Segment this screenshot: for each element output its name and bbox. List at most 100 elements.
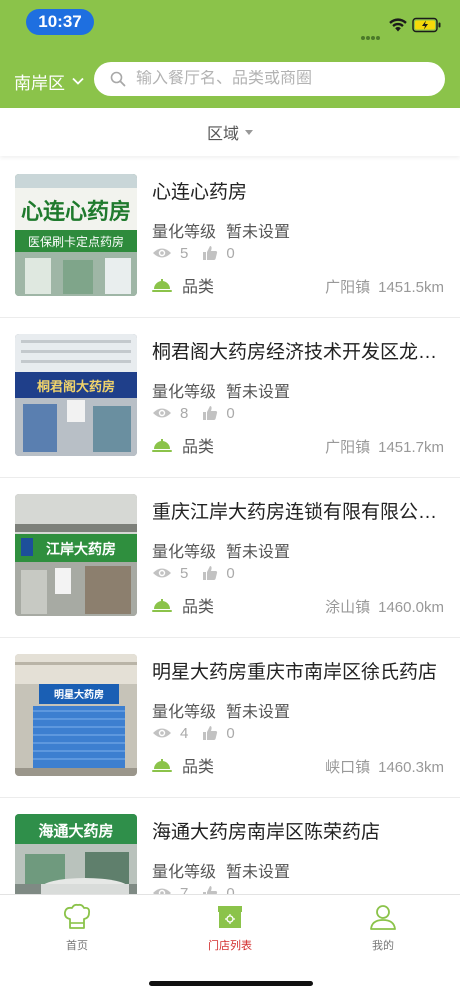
distance-value: 1451.5km [378,279,444,296]
store-name[interactable]: 心连心药房 [152,177,452,204]
view-count: 5 [180,564,189,582]
thumbs-up-icon [203,246,218,260]
svg-text:江岸大药房: 江岸大药房 [46,541,116,558]
region-filter[interactable]: 区域 [0,108,460,156]
stats-row: 7 0 [152,884,235,894]
search-input[interactable] [136,70,426,88]
wifi-icon [389,18,407,32]
stats-row: 5 0 [152,244,235,262]
rating-row: 量化等级 暂未设置 [152,538,290,562]
store-photo: 海通大药房 [15,814,137,894]
like-count: 0 [226,884,235,895]
chef-hat-icon [63,903,91,929]
covered-dish-icon [152,439,172,452]
tab-store-list[interactable]: 门店列表 [180,903,280,953]
rating-value: 暂未设置 [226,384,291,401]
category-row: 品类 [152,595,215,616]
rating-value: 暂未设置 [226,864,291,881]
chevron-down-icon [72,77,84,85]
svg-text:明星大药房: 明星大药房 [54,688,104,701]
thumbs-up-icon [203,726,218,740]
covered-dish-icon [152,599,172,612]
thumbs-up-icon [203,886,218,894]
store-list-item[interactable]: 明星大药房 明星大药房重庆市南岸区徐氏药店 量化等级 暂未设置 4 0 品类 峡… [0,638,460,798]
rating-row: 量化等级 暂未设置 [152,378,290,402]
tab-profile-label: 我的 [372,940,394,952]
status-bar: 10:37 [0,0,460,46]
svg-text:医保刷卡定点药房: 医保刷卡定点药房 [28,234,124,249]
view-count: 8 [180,404,189,422]
rating-label: 量化等级 [152,384,217,401]
category-row: 品类 [152,755,215,776]
distance-value: 1460.0km [378,599,444,616]
district-label: 南岸区 [14,73,65,93]
eye-icon [153,568,171,578]
location-distance: 广阳镇 1451.5km [325,276,444,297]
store-photo: 桐君阁大药房 [15,334,137,456]
stats-row: 5 0 [152,564,235,582]
home-indicator[interactable] [149,981,313,986]
location-distance: 峡口镇 1460.3km [325,756,444,777]
covered-dish-icon [152,279,172,292]
town-name: 广阳镇 [325,439,371,456]
location-distance: 涂山镇 1460.0km [325,596,444,617]
rating-row: 量化等级 暂未设置 [152,698,290,722]
store-name[interactable]: 明星大药房重庆市南岸区徐氏药店 [152,657,452,684]
rating-row: 量化等级 暂未设置 [152,858,290,882]
district-selector[interactable]: 南岸区 [14,68,85,94]
store-name[interactable]: 重庆江岸大药房连锁有限有限公… [152,497,452,524]
rating-label: 量化等级 [152,864,217,881]
view-count: 5 [180,244,189,262]
location-distance: 广阳镇 1451.7km [325,436,444,457]
store-list-item[interactable]: 海通大药房 海通大药房南岸区陈荣药店 量化等级 暂未设置 7 0 [0,798,460,894]
store-list-item[interactable]: 桐君阁大药房 桐君阁大药房经济技术开发区龙… 量化等级 暂未设置 8 0 品类 广… [0,318,460,478]
search-icon [110,71,126,87]
rating-value: 暂未设置 [226,544,291,561]
like-count: 0 [226,724,235,742]
eye-icon [153,888,171,894]
eye-icon [153,408,171,418]
category-row: 品类 [152,435,214,456]
eye-icon [153,728,171,738]
rating-label: 量化等级 [152,704,217,721]
search-box[interactable] [94,62,445,96]
rating-label: 量化等级 [152,544,217,561]
tab-home-label: 首页 [66,940,88,952]
store-name[interactable]: 桐君阁大药房经济技术开发区龙… [152,337,452,364]
status-time: 10:37 [26,9,94,35]
caret-down-icon [245,129,253,135]
category-label: 品类 [182,759,215,776]
svg-text:桐君阁大药房: 桐君阁大药房 [37,379,115,395]
category-label: 品类 [182,279,215,296]
category-row: 品类 [152,275,215,296]
like-count: 0 [226,404,235,422]
town-name: 广阳镇 [325,279,371,296]
store-photo: 明星大药房 [15,654,137,776]
rating-label: 量化等级 [152,224,217,241]
category-label: 品类 [182,599,215,616]
store-list-item[interactable]: 江岸大药房 重庆江岸大药房连锁有限有限公… 量化等级 暂未设置 5 0 品类 涂山… [0,478,460,638]
rating-value: 暂未设置 [226,224,291,241]
app-header: 10:37 南岸区 [0,0,460,108]
stats-row: 8 0 [152,404,235,422]
tab-home[interactable]: 首页 [27,903,127,953]
store-photo: 江岸大药房 [15,494,137,616]
svg-text:心连心药房: 心连心药房 [21,199,131,225]
tab-store-list-label: 门店列表 [208,940,252,952]
town-name: 涂山镇 [325,599,371,616]
battery-charging-icon [412,17,441,33]
rating-row: 量化等级 暂未设置 [152,218,290,242]
rating-value: 暂未设置 [226,704,291,721]
svg-text:海通大药房: 海通大药房 [38,822,113,840]
distance-value: 1451.7km [378,439,444,456]
view-count: 4 [180,724,189,742]
town-name: 峡口镇 [325,759,371,776]
store-photo: 心连心药房 医保刷卡定点药房 [15,174,137,296]
store-name[interactable]: 海通大药房南岸区陈荣药店 [152,817,452,844]
like-count: 0 [226,564,235,582]
store-list[interactable]: 心连心药房 医保刷卡定点药房 心连心药房 量化等级 暂未设置 5 0 品类 广阳镇… [0,158,460,894]
region-filter-label: 区域 [206,126,239,143]
tab-profile[interactable]: 我的 [333,903,433,953]
store-list-item[interactable]: 心连心药房 医保刷卡定点药房 心连心药房 量化等级 暂未设置 5 0 品类 广阳镇… [0,158,460,318]
thumbs-up-icon [203,566,218,580]
